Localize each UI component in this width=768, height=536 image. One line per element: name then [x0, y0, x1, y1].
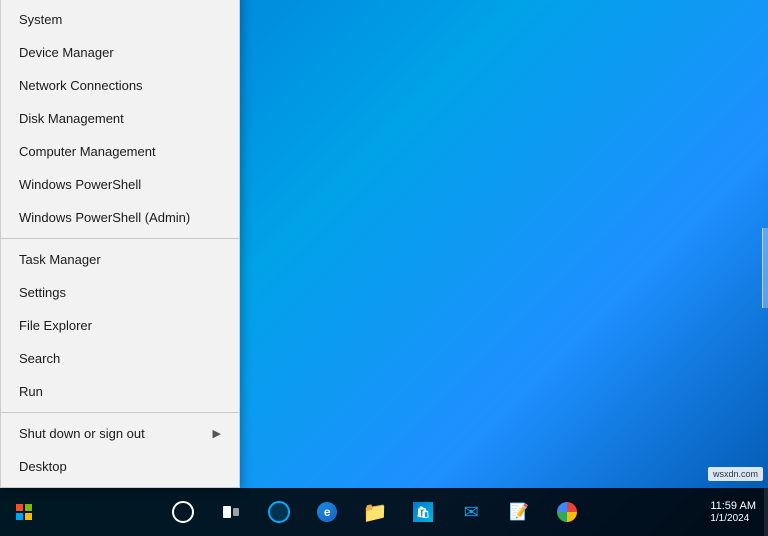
- menu-item-run[interactable]: Run: [1, 375, 239, 408]
- menu-item-label-shut-down-sign-out: Shut down or sign out: [19, 426, 145, 441]
- menu-item-label-windows-powershell: Windows PowerShell: [19, 177, 141, 192]
- menu-item-windows-powershell-admin[interactable]: Windows PowerShell (Admin): [1, 201, 239, 234]
- menu-item-label-desktop: Desktop: [19, 459, 67, 474]
- taskbar-file-explorer-icon[interactable]: 📁: [353, 490, 397, 534]
- context-menu: Apps and FeaturesMobility CenterPower Op…: [0, 0, 240, 488]
- taskbar-mail-icon[interactable]: ✉: [449, 490, 493, 534]
- menu-item-network-connections[interactable]: Network Connections: [1, 69, 239, 102]
- menu-item-label-computer-management: Computer Management: [19, 144, 156, 159]
- taskbar-chrome-icon[interactable]: [545, 490, 589, 534]
- menu-item-label-file-explorer: File Explorer: [19, 318, 92, 333]
- menu-item-computer-management[interactable]: Computer Management: [1, 135, 239, 168]
- menu-item-file-explorer[interactable]: File Explorer: [1, 309, 239, 342]
- taskbar-icons: e 📁 🛍 ✉ 📝: [48, 490, 702, 534]
- menu-item-desktop[interactable]: Desktop: [1, 450, 239, 483]
- menu-item-device-manager[interactable]: Device Manager: [1, 36, 239, 69]
- menu-item-label-network-connections: Network Connections: [19, 78, 143, 93]
- menu-item-label-settings: Settings: [19, 285, 66, 300]
- menu-item-label-system: System: [19, 12, 62, 27]
- taskbar: e 📁 🛍 ✉ 📝 11:59 AM1/1/: [0, 488, 768, 536]
- menu-item-label-windows-powershell-admin: Windows PowerShell (Admin): [19, 210, 190, 225]
- menu-item-task-manager[interactable]: Task Manager: [1, 243, 239, 276]
- clock: 11:59 AM1/1/2024: [710, 500, 756, 524]
- menu-divider: [1, 238, 239, 239]
- desktop: Apps and FeaturesMobility CenterPower Op…: [0, 0, 768, 536]
- start-button[interactable]: [0, 488, 48, 536]
- windows-logo-icon: [16, 504, 32, 520]
- system-tray: 11:59 AM1/1/2024: [702, 500, 764, 524]
- menu-item-label-run: Run: [19, 384, 43, 399]
- menu-item-search[interactable]: Search: [1, 342, 239, 375]
- taskbar-edge-icon[interactable]: e: [305, 490, 349, 534]
- menu-item-disk-management[interactable]: Disk Management: [1, 102, 239, 135]
- menu-item-shut-down-sign-out[interactable]: Shut down or sign out ▶: [1, 417, 239, 450]
- menu-item-label-device-manager: Device Manager: [19, 45, 114, 60]
- menu-divider: [1, 412, 239, 413]
- menu-item-settings[interactable]: Settings: [1, 276, 239, 309]
- menu-item-windows-powershell[interactable]: Windows PowerShell: [1, 168, 239, 201]
- menu-item-label-task-manager: Task Manager: [19, 252, 101, 267]
- menu-item-label-search: Search: [19, 351, 60, 366]
- taskbar-search-icon[interactable]: [161, 490, 205, 534]
- taskbar-cortana-icon[interactable]: [257, 490, 301, 534]
- show-desktop-button[interactable]: [762, 228, 768, 308]
- show-desktop-strip[interactable]: [764, 488, 768, 536]
- watermark: wsxdn.com: [708, 467, 763, 481]
- menu-item-label-disk-management: Disk Management: [19, 111, 124, 126]
- submenu-arrow-icon: ▶: [213, 427, 221, 440]
- taskbar-sticky-notes-icon[interactable]: 📝: [497, 490, 541, 534]
- menu-item-system[interactable]: System: [1, 3, 239, 36]
- taskbar-taskview-icon[interactable]: [209, 490, 253, 534]
- taskbar-store-icon[interactable]: 🛍: [401, 490, 445, 534]
